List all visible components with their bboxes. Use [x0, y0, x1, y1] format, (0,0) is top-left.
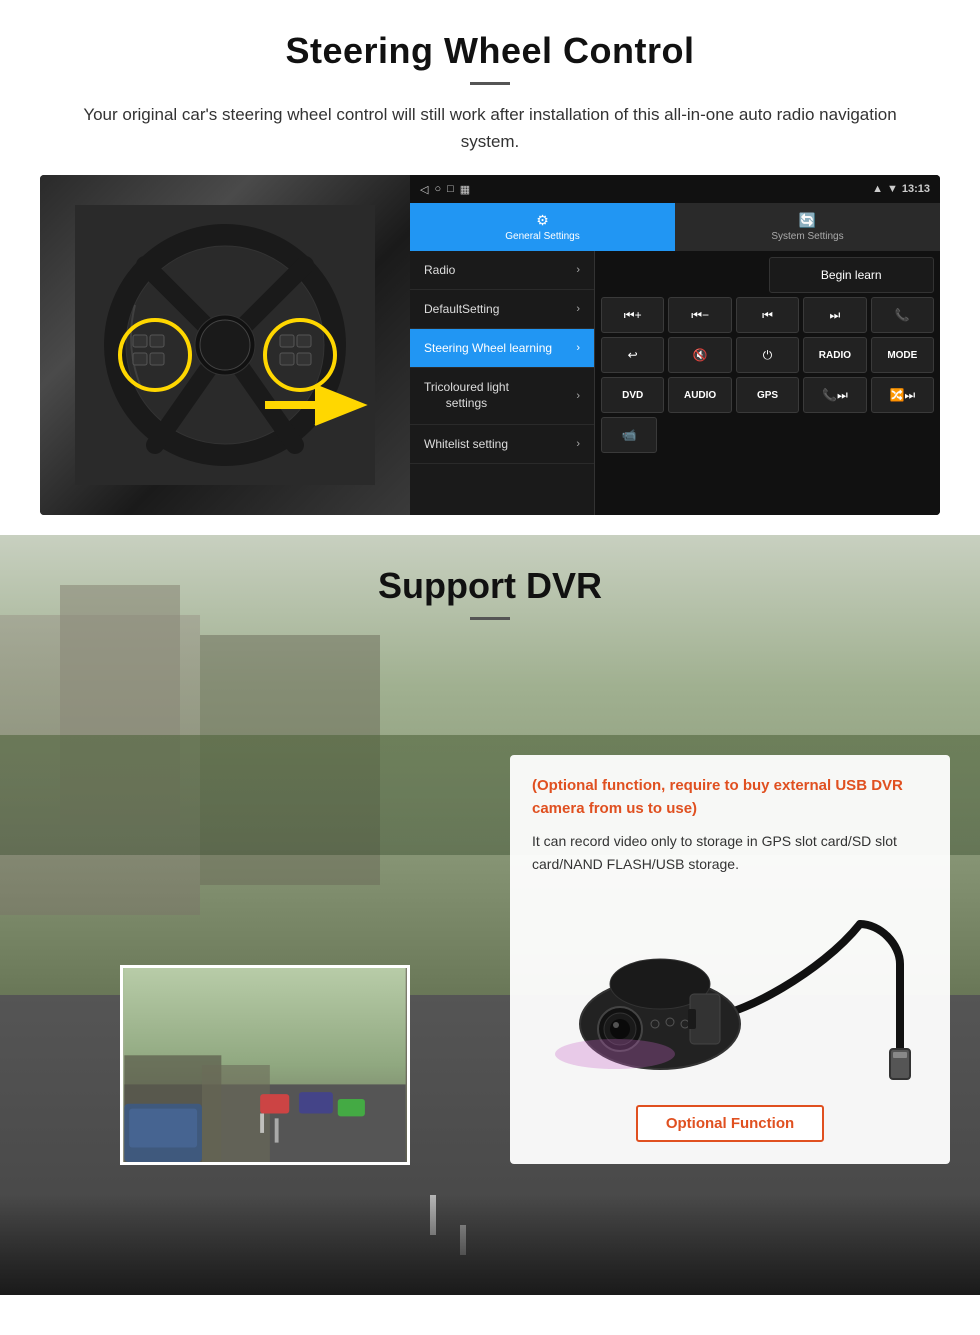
begin-learn-button[interactable]: Begin learn: [769, 257, 935, 293]
ctrl-dashcam-btn[interactable]: 📹: [601, 417, 657, 453]
ctrl-power-btn[interactable]: ⏻: [736, 337, 799, 373]
ctrl-gps-btn[interactable]: GPS: [736, 377, 799, 413]
dvr-title-divider: [470, 617, 510, 620]
menu-item-whitelist[interactable]: Whitelist setting ›: [410, 425, 594, 464]
menu-item-radio[interactable]: Radio ›: [410, 251, 594, 290]
title-divider: [470, 82, 510, 85]
section-dvr: Support DVR: [0, 535, 980, 1295]
ctrl-prev-btn[interactable]: ⏮: [736, 297, 799, 333]
menu-whitelist-label: Whitelist setting: [424, 437, 508, 451]
menu-nav-icon: ▦: [460, 183, 470, 196]
android-content: Radio › DefaultSetting › Steering Wheel …: [410, 251, 940, 515]
ctrl-mode-btn[interactable]: MODE: [871, 337, 934, 373]
ctrl-radio-btn[interactable]: RADIO: [803, 337, 866, 373]
home-nav-icon: ○: [434, 183, 441, 195]
optional-function-button[interactable]: Optional Function: [636, 1105, 824, 1142]
dashboard-overlay: [0, 1195, 980, 1295]
ctrl-dvd-btn[interactable]: DVD: [601, 377, 664, 413]
ctrl-mute-btn[interactable]: 🔇: [668, 337, 731, 373]
menu-tricoloured-label: Tricoloured lightsettings: [424, 380, 509, 411]
page-title: Steering Wheel Control: [40, 30, 940, 72]
ctrl-vol-down-btn[interactable]: ⏮−: [668, 297, 731, 333]
dvr-thumbnail: [120, 965, 410, 1165]
ctrl-audio-btn[interactable]: AUDIO: [668, 377, 731, 413]
dvr-camera-image: [532, 889, 928, 1089]
dvr-optional-highlight: (Optional function, require to buy exter…: [532, 775, 928, 820]
steering-photo: [40, 175, 410, 515]
tab-system-label: System Settings: [771, 231, 843, 242]
status-left: ◁ ○ □ ▦: [420, 183, 470, 196]
ctrl-row-2: ↩ 🔇 ⏻ RADIO MODE: [601, 337, 934, 373]
ctrl-vol-up-btn[interactable]: ⏮+: [601, 297, 664, 333]
chevron-right-icon: ›: [576, 342, 580, 354]
menu-steering-label: Steering Wheel learning: [424, 341, 552, 355]
section-steering: Steering Wheel Control Your original car…: [0, 0, 980, 515]
square-nav-icon: □: [447, 183, 454, 195]
status-time: 13:13: [902, 183, 930, 195]
dvr-description: It can record video only to storage in G…: [532, 830, 928, 875]
chevron-right-icon: ›: [576, 303, 580, 315]
dvr-section-title: Support DVR: [0, 565, 980, 607]
ctrl-phone-btn[interactable]: 📞: [871, 297, 934, 333]
dvr-info-card: (Optional function, require to buy exter…: [510, 755, 950, 1164]
android-statusbar: ◁ ○ □ ▦ ▲ ▼ 13:13: [410, 175, 940, 203]
tab-system-settings[interactable]: 🔄 System Settings: [675, 203, 940, 251]
dvr-title-area: Support DVR: [0, 535, 980, 620]
steering-mockup: ◁ ○ □ ▦ ▲ ▼ 13:13 ⚙ General Settings: [40, 175, 940, 515]
ctrl-row-4: 📹: [601, 417, 934, 453]
system-icon: 🔄: [799, 212, 816, 229]
menu-item-steering-learning[interactable]: Steering Wheel learning ›: [410, 329, 594, 368]
menu-default-label: DefaultSetting: [424, 302, 499, 316]
chevron-right-icon: ›: [576, 264, 580, 276]
android-tabs: ⚙ General Settings 🔄 System Settings: [410, 203, 940, 251]
ctrl-row-3: DVD AUDIO GPS 📞⏭ 🔀⏭: [601, 377, 934, 413]
status-right: ▲ ▼ 13:13: [872, 183, 930, 195]
android-ui: ◁ ○ □ ▦ ▲ ▼ 13:13 ⚙ General Settings: [410, 175, 940, 515]
ctrl-next-btn[interactable]: ⏭: [803, 297, 866, 333]
ctrl-phone-next-btn[interactable]: 📞⏭: [803, 377, 866, 413]
back-nav-icon: ◁: [420, 183, 428, 196]
ctrl-row-0: Begin learn: [601, 257, 934, 293]
settings-gear-icon: ⚙: [536, 212, 549, 229]
tab-general-settings[interactable]: ⚙ General Settings: [410, 203, 675, 251]
chevron-right-icon: ›: [576, 390, 580, 402]
tab-general-label: General Settings: [505, 231, 580, 242]
ctrl-row-1: ⏮+ ⏮− ⏮ ⏭ 📞: [601, 297, 934, 333]
menu-panel: Radio › DefaultSetting › Steering Wheel …: [410, 251, 595, 515]
wifi-icon: ▼: [887, 183, 898, 195]
menu-item-defaultsetting[interactable]: DefaultSetting ›: [410, 290, 594, 329]
ctrl-hangup-btn[interactable]: ↩: [601, 337, 664, 373]
control-panel: Begin learn ⏮+ ⏮− ⏮ ⏭ 📞 ↩ 🔇 ⏻: [595, 251, 940, 515]
menu-radio-label: Radio: [424, 263, 455, 277]
ctrl-shuffle-btn[interactable]: 🔀⏭: [871, 377, 934, 413]
menu-item-tricoloured[interactable]: Tricoloured lightsettings ›: [410, 368, 594, 424]
steering-subtitle: Your original car's steering wheel contr…: [80, 101, 900, 155]
signal-icon: ▲: [872, 183, 883, 195]
chevron-right-icon: ›: [576, 438, 580, 450]
